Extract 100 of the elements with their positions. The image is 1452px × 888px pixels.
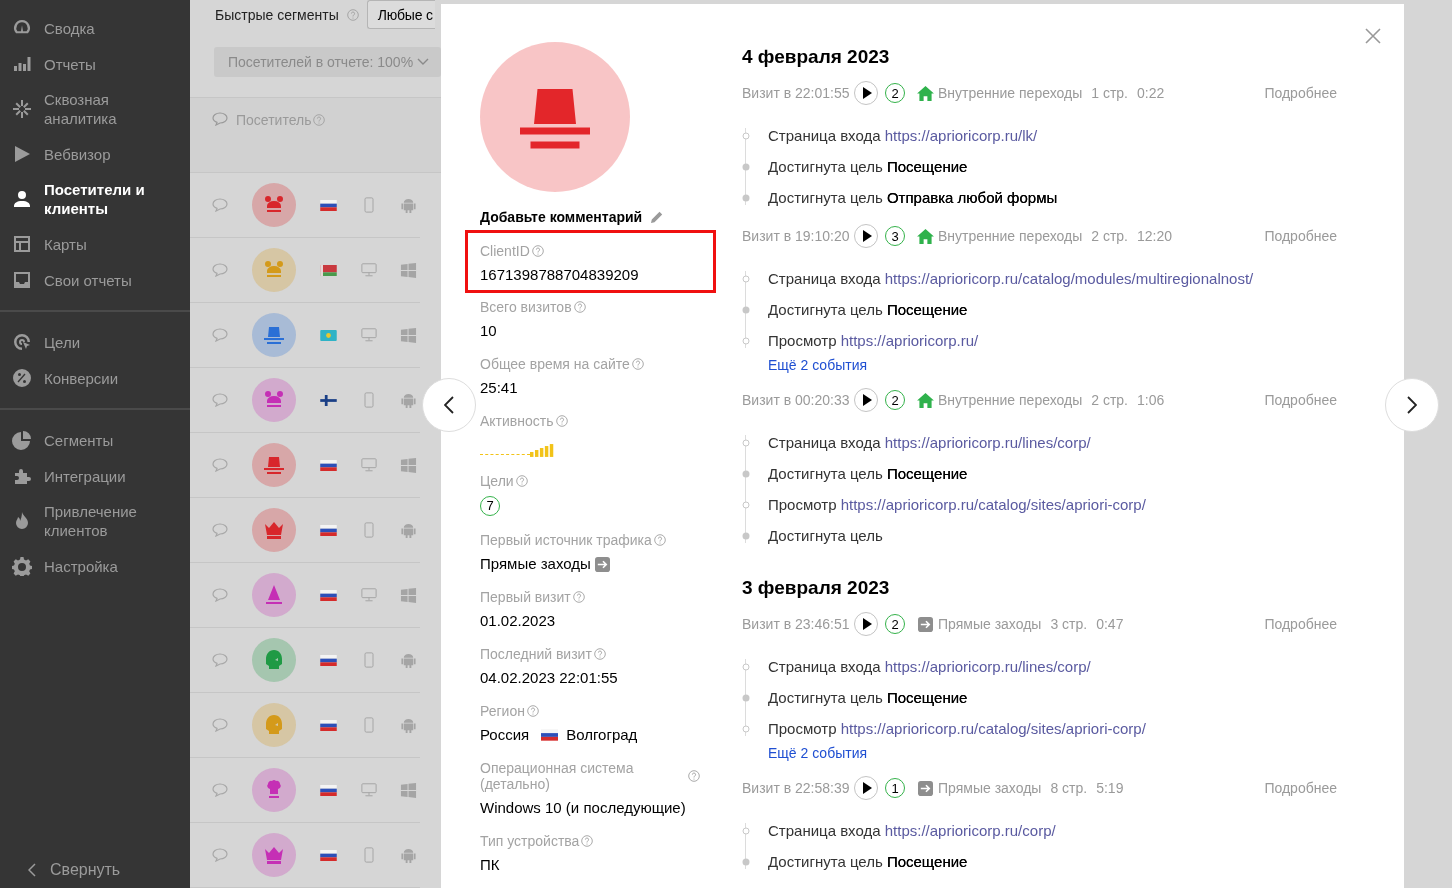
close-icon[interactable]	[1365, 28, 1381, 44]
event-text: Страница входа https://aprioricorp.ru/lines/corp/	[768, 658, 1091, 675]
details-link[interactable]: Подробнее	[1264, 85, 1337, 101]
layout-icon	[12, 234, 32, 254]
field-label: Цели	[480, 473, 514, 489]
play-button[interactable]	[854, 388, 878, 412]
help-icon[interactable]	[593, 648, 606, 660]
flag-icon	[320, 199, 337, 211]
sidebar-item[interactable]: Интеграции	[0, 458, 190, 494]
field-value: ПК	[480, 856, 501, 874]
field-label: Тип устройства	[480, 833, 580, 849]
traffic-source: Внутренние переходы	[938, 85, 1083, 101]
sidebar-item[interactable]: Карты	[0, 226, 190, 262]
help-icon[interactable]	[631, 358, 644, 370]
sidebar-item[interactable]: Цели	[0, 324, 190, 360]
details-link[interactable]: Подробнее	[1264, 228, 1337, 244]
play-icon	[862, 230, 872, 242]
comment-icon[interactable]	[212, 198, 228, 212]
flag-icon	[320, 654, 337, 666]
add-comment-link[interactable]: Добавьте комментарий	[480, 209, 643, 225]
url-link[interactable]: https://aprioricorp.ru/catalog/sites/apriori-corp/	[840, 496, 1146, 513]
help-icon[interactable]	[688, 770, 700, 782]
pencil-icon[interactable]	[650, 210, 665, 224]
play-button[interactable]	[854, 81, 878, 105]
help-icon[interactable]	[531, 245, 544, 257]
help-icon[interactable]	[581, 835, 594, 847]
puzzle-icon	[12, 466, 32, 486]
timeline-dot	[742, 500, 750, 509]
play-button[interactable]	[854, 612, 878, 636]
comment-icon[interactable]	[212, 393, 228, 407]
comment-icon[interactable]	[212, 783, 228, 797]
chevron-down-icon	[417, 58, 430, 67]
android-icon	[400, 391, 417, 409]
timeline-dot	[742, 274, 750, 283]
timeline-dot	[742, 724, 750, 733]
visit-time: Визит в 23:46:51	[742, 616, 851, 632]
help-icon[interactable]	[526, 705, 539, 717]
sidebar-item[interactable]: Вебвизор	[0, 136, 190, 172]
monitor-icon	[361, 782, 377, 798]
traffic-source: Внутренние переходы	[938, 228, 1083, 244]
visit-duration: 1:06	[1136, 392, 1165, 408]
url-link[interactable]: https://aprioricorp.ru/lines/corp/	[884, 434, 1091, 451]
sidebar-item[interactable]: Конверсии	[0, 360, 190, 396]
event-text: Достигнута цель Посещение	[768, 465, 968, 482]
sidebar-item[interactable]: Сквозная аналитика	[0, 82, 190, 136]
comment-icon[interactable]	[212, 263, 228, 277]
sidebar-item[interactable]: Привлечение клиентов	[0, 494, 190, 548]
person-icon	[12, 189, 32, 209]
help-icon[interactable]	[653, 534, 666, 546]
sidebar-item[interactable]: Свои отчеты	[0, 262, 190, 298]
field-value: Windows 10 (и последующие)	[480, 799, 687, 817]
details-link[interactable]: Подробнее	[1264, 780, 1337, 796]
comment-icon[interactable]	[212, 718, 228, 732]
details-link[interactable]: Подробнее	[1264, 392, 1337, 408]
comment-icon[interactable]	[212, 523, 228, 537]
monitor-icon	[361, 262, 377, 278]
field-label: Регион	[480, 703, 525, 719]
url-link[interactable]: https://aprioricorp.ru/catalog/sites/apriori-corp/	[840, 720, 1146, 737]
url-link[interactable]: https://aprioricorp.ru/	[840, 332, 979, 349]
help-icon[interactable]	[573, 301, 586, 313]
sidebar-item[interactable]: Посетители и клиенты	[0, 172, 190, 226]
comment-icon[interactable]	[212, 588, 228, 602]
help-icon[interactable]	[572, 591, 585, 603]
play-button[interactable]	[854, 776, 878, 800]
pie-chart-icon	[12, 430, 32, 450]
comment-icon[interactable]	[212, 458, 228, 472]
url-link[interactable]: https://aprioricorp.ru/corp/	[884, 822, 1056, 839]
sidebar-item[interactable]: Сегменты	[0, 422, 190, 458]
play-icon	[862, 394, 872, 406]
collapse-button[interactable]: Свернуть	[0, 858, 190, 888]
more-events-link[interactable]: Ещё 2 события	[768, 357, 1404, 377]
previous-button[interactable]	[422, 378, 476, 432]
url-link[interactable]: https://aprioricorp.ru/lines/corp/	[884, 658, 1091, 675]
event-text: Страница входа https://aprioricorp.ru/lines/corp/	[768, 434, 1091, 451]
timeline-dot	[742, 662, 750, 671]
more-events-link[interactable]: Ещё 2 события	[768, 745, 1404, 765]
help-icon[interactable]	[313, 114, 326, 127]
timeline-dot	[742, 305, 750, 314]
monitor-icon	[361, 327, 377, 343]
target-icon	[12, 332, 32, 352]
play-icon	[12, 144, 32, 164]
phone-icon	[361, 717, 377, 733]
help-icon[interactable]	[515, 475, 528, 487]
asterisk-icon	[12, 99, 32, 119]
url-link[interactable]: https://aprioricorp.ru/catalog/modules/multiregionalnost/	[884, 270, 1254, 287]
play-button[interactable]	[854, 224, 878, 248]
help-icon[interactable]	[346, 8, 359, 21]
url-link[interactable]: https://aprioricorp.ru/lk/	[884, 127, 1038, 144]
field-value: Прямые заходы	[480, 555, 591, 573]
comment-icon[interactable]	[212, 848, 228, 862]
details-link[interactable]: Подробнее	[1264, 616, 1337, 632]
sidebar-item[interactable]: Настройка	[0, 548, 190, 584]
sidebar-item[interactable]: Отчеты	[0, 46, 190, 82]
phone-icon	[361, 392, 377, 408]
comment-icon[interactable]	[212, 328, 228, 342]
sidebar-item[interactable]: Сводка	[0, 10, 190, 46]
android-icon	[400, 651, 417, 669]
segment-button[interactable]: Любые с	[366, 0, 435, 30]
comment-icon[interactable]	[212, 653, 228, 667]
help-icon[interactable]	[555, 415, 568, 427]
